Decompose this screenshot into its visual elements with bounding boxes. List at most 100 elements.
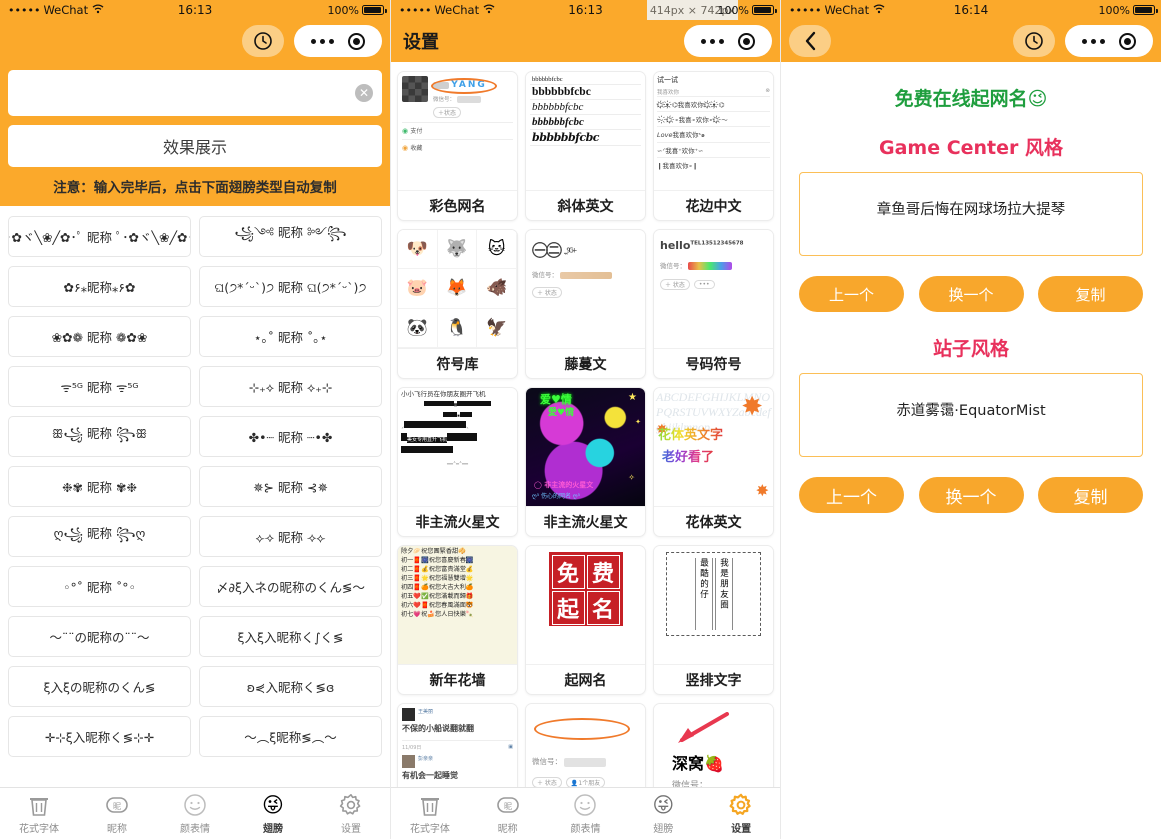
nickname-item[interactable]: ᯤ⁵ᴳ 昵称 ᯤ⁵ᴳ	[8, 366, 191, 407]
card-number-symbol[interactable]: helloTEL13512345678 微信号： ＋ 状态 ••• 号码符号	[653, 229, 774, 379]
copy-button[interactable]: 复制	[1038, 276, 1143, 312]
nickname-item[interactable]: ⋆｡˚ 昵称 ˚｡⋆	[199, 316, 382, 357]
nickname-item[interactable]: ʚ⋞入昵称く≶ɞ	[199, 666, 382, 707]
shuffle-button[interactable]: 换一个	[918, 276, 1024, 312]
battery-percent-2: 100%	[717, 3, 749, 17]
card-symbol-library[interactable]: 🐶 🐺 🐱 🐷 🦊 🐗 🐼 🐧 🦅 符号库	[397, 229, 518, 379]
nickname-input-wrap[interactable]: ✕	[8, 70, 382, 116]
card-martian-text[interactable]: ★ ✦ ✧ 爱♥情 愛♥情 ◯ 非主流的火星文 ღ⁵ 伤心的网名 ღ⁵ 非主流火…	[525, 387, 646, 537]
nickname-list-scroll[interactable]: ﾟ･✿ヾ╲❀╱✿･ﾟ 昵称 ﾟ･✿ヾ╲❀╱✿･ﾟ ꧁༺ 昵称 ༻꧂ ✿۶⁎昵称⁎۶✿…	[0, 206, 390, 787]
tab-昵称[interactable]: 昵昵称	[78, 792, 156, 835]
tab-颜表情[interactable]: 颜表情	[547, 792, 625, 835]
more-dots-icon[interactable]	[1082, 38, 1105, 44]
nickname-item[interactable]: ✤•┈ 昵称 ┈•✤	[199, 416, 382, 457]
symbol-cell: 🦊	[437, 269, 478, 309]
svg-text:昵: 昵	[504, 802, 512, 811]
nickname-item[interactable]: ღ꧁ 昵称 ꧂ღ	[8, 516, 191, 557]
nickname-item[interactable]: ❉✾ 昵称 ✾❉	[8, 466, 191, 507]
nickname-item[interactable]: ✿۶⁎昵称⁎۶✿	[8, 266, 191, 307]
generated-name-box: 赤道雾霭·EquatorMist	[799, 373, 1143, 457]
copy-button[interactable]: 复制	[1038, 477, 1143, 513]
tab-bar-2[interactable]: 花式字体 昵昵称 颜表情 😜 翅膀 设置	[391, 787, 780, 839]
newyear-line: 初二🧧💰祝您富貴滿堂💰	[401, 565, 474, 573]
prev-button[interactable]: 上一个	[799, 276, 904, 312]
tab-bar-1[interactable]: 花式字体昵昵称颜表情 😜 翅膀 设置	[0, 787, 390, 839]
card-thumb: 王美丽 不保的小船说翻就翻 11/09日 ▣ 彭亲亲 有机会一起睡觉	[398, 704, 517, 787]
shuffle-button[interactable]: 换一个	[918, 477, 1024, 513]
wx-id-label: 微信号：	[672, 781, 709, 787]
status-right-3: 100%	[1099, 4, 1158, 17]
card-vine-text[interactable]: ㊀⃝㊁⃝ ⌁9G+ 微信号： ＋ 状态 藤蔓文	[525, 229, 646, 379]
card-grid-scroll[interactable]: YANG 微信号： ＋状态 ◉ 支付 ◉ 收藏 彩色网名 bbbbbbfcbc …	[391, 62, 780, 787]
nickname-item[interactable]: ❀✿❁ 昵称 ❁✿❀	[8, 316, 191, 357]
lace-sub: 我喜欢你	[657, 90, 680, 96]
prev-button[interactable]: 上一个	[799, 477, 904, 513]
nickname-item[interactable]: ✵⊱ 昵称 ⊰✵	[199, 466, 382, 507]
wechat-capsule-3[interactable]	[1065, 25, 1153, 57]
nickname-item[interactable]: ◦°˚ 昵称 ˚°◦	[8, 566, 191, 607]
newyear-line: 初五❤️✅祝您滿載而歸🎁	[401, 592, 474, 600]
card-arrow-shenwo[interactable]: 深窝🍓 微信号：	[653, 703, 774, 787]
nickname-item[interactable]: 〆∂ξ入ネの昵称のくん≶〜	[199, 566, 382, 607]
tab-花式字体[interactable]: 花式字体	[391, 792, 469, 835]
target-icon[interactable]	[738, 32, 755, 50]
fancy-poster: ABCDEFGHIJKLMNOPQRSTUVWXYZabcdefghijklmn…	[654, 388, 773, 506]
more-dots-icon[interactable]	[311, 38, 334, 44]
chevron-left-icon[interactable]	[789, 25, 831, 57]
nickname-item[interactable]: ଘ(੭*ˊᵕˋ)੭ 昵称 ଘ(੭*ˊᵕˋ)੭	[199, 266, 382, 307]
tab-label: 颜表情	[180, 824, 210, 835]
tab-昵称[interactable]: 昵昵称	[469, 792, 547, 835]
sample-1: bbbbbbfcbc	[530, 85, 641, 100]
card-lace-chinese[interactable]: 试一试 我喜欢你 ⊗ ⌬҉ᴥ҉⌬我喜欢你⌬҉ᴥ҉⌬ 〜҉⌬҉∘我喜∘欢你∘⌬҉〜 …	[653, 71, 774, 221]
card-thumb: YANG 微信号： ＋状态 ◉ 支付 ◉ 收藏	[398, 72, 517, 190]
tab-翅膀[interactable]: 😜 翅膀	[624, 792, 702, 835]
wechat-capsule-2[interactable]	[684, 25, 772, 57]
tab-翅膀[interactable]: 😜 翅膀	[234, 792, 312, 835]
clear-icon[interactable]: ✕	[355, 84, 373, 102]
lace-line-1: 〜҉⌬҉∘我喜∘欢你∘⌬҉〜	[657, 111, 770, 126]
wings-input-header: ✕ 效果展示 注意：输入完毕后，点击下面翅膀类型自动复制	[0, 62, 390, 206]
card-colored-name[interactable]: YANG 微信号： ＋状态 ◉ 支付 ◉ 收藏 彩色网名	[397, 71, 518, 221]
card-newyear-wall[interactable]: 除夕🥟祝您團緊香甜🥠 初一🧧🎆祝您喜慶新春🎆 初二🧧💰祝您富貴滿堂💰 初三🧧🌟祝您福慧…	[397, 545, 518, 695]
nickname-item[interactable]: 〜¨¨の昵称の¨¨〜	[8, 616, 191, 657]
more-dots-icon[interactable]	[701, 38, 724, 44]
tab-花式字体[interactable]: 花式字体	[0, 792, 78, 835]
card-label: 藤蔓文	[526, 348, 645, 378]
nickname-item[interactable]: ⊹₊⟡ 昵称 ⟡₊⊹	[199, 366, 382, 407]
card-name-generator[interactable]: 免费起名 起网名	[525, 545, 646, 695]
nickname-input[interactable]	[20, 84, 348, 102]
tab-设置[interactable]: 设置	[702, 792, 780, 835]
card-dot-matrix[interactable]: 小小飞行员在你朋友圈开飞机 ▩ ▪ ◞ ◟ 美女专用直升飞机 ▁▁▵▁▵▁▁ 非主…	[397, 387, 518, 537]
tab-label: 花式字体	[409, 824, 450, 835]
nickname-item[interactable]: 〜︵ξ昵称≶︵〜	[199, 716, 382, 757]
nickname-item[interactable]: ✛⊹ξ入昵称く≶⊹✛	[8, 716, 191, 757]
card-vertical-text[interactable]: 最酷的仔 我是朋友圈 竖排文字	[653, 545, 774, 695]
clock-icon[interactable]	[1013, 25, 1055, 57]
section-buttons: 上一个 换一个 复制	[799, 477, 1143, 513]
wx-id-label: 微信号：	[532, 757, 562, 766]
clock-icon[interactable]	[242, 25, 284, 57]
nickname-item[interactable]: ξ入ξ入昵称く∫く≶	[199, 616, 382, 657]
card-moments-feed[interactable]: 王美丽 不保的小船说翻就翻 11/09日 ▣ 彭亲亲 有机会一起睡觉	[397, 703, 518, 787]
nickname-item[interactable]: ꕥ꧁ 昵称 ꧂ꕥ	[8, 416, 191, 457]
card-fancy-english[interactable]: ABCDEFGHIJKLMNOPQRSTUVWXYZabcdefghijklmn…	[653, 387, 774, 537]
tab-设置[interactable]: 设置	[312, 792, 390, 835]
red-seal-icon: 免费起名	[548, 552, 623, 626]
panel-wings: ••••• WeChat 16:13 100% ✕ 效果展示 注意：输入完毕后，…	[0, 0, 390, 839]
nickname-item[interactable]: ξ入ξの昵称のくん≶	[8, 666, 191, 707]
wechat-capsule-1[interactable]	[294, 25, 382, 57]
card-ellipse-id[interactable]: 微信号： ＋ 状态 👤1个朋友	[525, 703, 646, 787]
card-italic-english[interactable]: bbbbbbfcbc bbbbbbfcbc bbbbbbfcbc bbbbbbf…	[525, 71, 646, 221]
generated-name-box: 章鱼哥后悔在网球场拉大提琴	[799, 172, 1143, 256]
target-icon[interactable]	[1119, 32, 1136, 50]
wx-id-label: 微信号：	[660, 262, 686, 270]
nickname-item[interactable]: ⟣⟢ 昵称 ⟢⟣	[199, 516, 382, 557]
preview-button[interactable]: 效果展示	[8, 125, 382, 167]
target-icon[interactable]	[348, 32, 365, 50]
tab-颜表情[interactable]: 颜表情	[156, 792, 234, 835]
symbol-cell: 🐼	[398, 308, 438, 348]
nickname-item[interactable]: ꧁༺ 昵称 ༻꧂	[199, 216, 382, 257]
wx-id-label: 微信号：	[532, 271, 558, 279]
battery-icon-2	[752, 5, 777, 15]
nickname-item[interactable]: ﾟ･✿ヾ╲❀╱✿･ﾟ 昵称 ﾟ･✿ヾ╲❀╱✿･ﾟ	[8, 216, 191, 257]
